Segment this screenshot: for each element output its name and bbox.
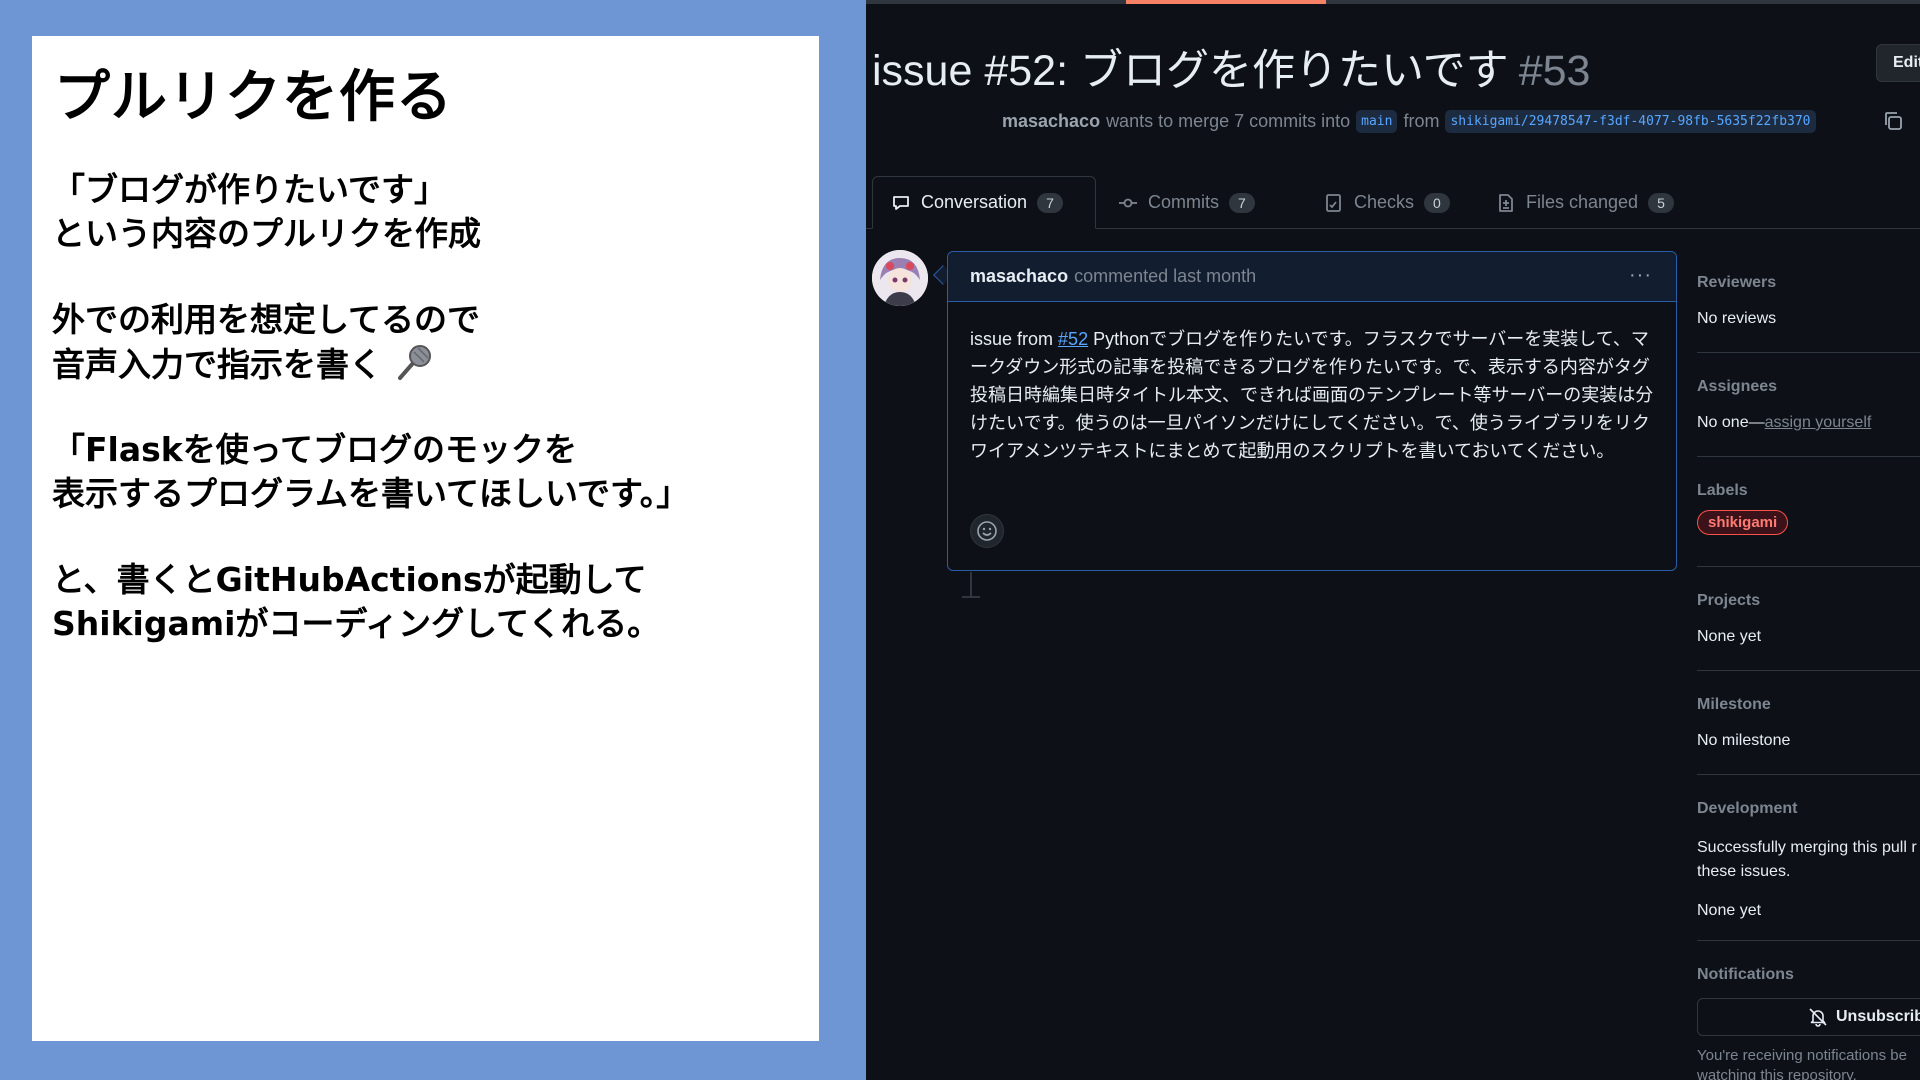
edit-title-button[interactable]: Edit — [1876, 44, 1920, 82]
avatar-image — [872, 250, 928, 306]
development-text-line: Successfully merging this pull r — [1697, 839, 1917, 856]
slide-text-line: 「ブログが作りたいです」 — [52, 170, 448, 209]
tab-label: Files changed — [1526, 192, 1639, 212]
pr-meta-from: from — [1403, 111, 1440, 131]
comment-box: masachaco commented last month ··· issue… — [947, 251, 1677, 571]
sidebar-divider — [1697, 670, 1920, 671]
slide-text-line: 外での利用を想定してるので — [52, 300, 481, 339]
sidebar-assignees[interactable]: Assignees No one—assign yourself — [1697, 378, 1920, 432]
kebab-menu-icon[interactable]: ··· — [1629, 264, 1652, 287]
sidebar-divider — [1697, 774, 1920, 775]
timeline-line — [970, 572, 972, 596]
pr-title: issue #52: ブログを作りたいです #53 — [872, 36, 1590, 98]
slide-paragraph-4: と、書くとGitHubActionsが起動して Shikigamiがコーディング… — [52, 558, 660, 646]
sidebar-heading: Reviewers — [1697, 274, 1777, 291]
timeline-end — [962, 596, 980, 598]
sidebar-heading: Notifications — [1697, 966, 1794, 983]
sidebar-divider — [1697, 566, 1920, 567]
tab-label: Commits — [1148, 192, 1219, 212]
slide-text-line: という内容のプルリクを作成 — [52, 214, 481, 253]
tab-count: 0 — [1424, 192, 1450, 213]
tab-count: 7 — [1229, 192, 1255, 213]
assign-yourself-link[interactable]: assign yourself — [1765, 414, 1872, 431]
sidebar-divider — [1697, 352, 1920, 353]
add-reaction-button[interactable] — [970, 514, 1004, 548]
checklist-icon — [1326, 193, 1341, 212]
sidebar-milestone[interactable]: Milestone No milestone — [1697, 696, 1920, 750]
slide-title: プルリクを作る — [54, 65, 453, 130]
tab-count: 7 — [1037, 192, 1063, 213]
unsubscribe-label: Unsubscrib — [1836, 1008, 1920, 1025]
pr-author-link[interactable]: masachaco — [1002, 111, 1100, 132]
comment-author-link[interactable]: masachaco — [970, 266, 1068, 287]
sidebar-heading: Development — [1697, 800, 1798, 817]
sidebar-heading: Milestone — [1697, 696, 1771, 713]
tab-count: 5 — [1648, 192, 1674, 213]
assignees-none: No one— — [1697, 414, 1765, 431]
pr-title-text: issue #52: ブログを作りたいです — [872, 47, 1509, 95]
sidebar-value: Successfully merging this pull r these is… — [1697, 836, 1920, 884]
pr-meta-line: masachaco wants to merge 7 commits into … — [1002, 110, 1816, 133]
tab-files-changed[interactable]: Files changed 5 — [1478, 176, 1692, 229]
commit-icon — [1119, 198, 1137, 207]
sidebar-labels[interactable]: Labels shikigami — [1697, 482, 1920, 535]
file-diff-icon — [1499, 193, 1513, 212]
slide-paragraph-1: 「ブログが作りたいです」 という内容のプルリクを作成 — [52, 168, 481, 256]
slide-text-line: 「Flaskを使ってブログのモックを — [52, 430, 578, 469]
smiley-icon — [977, 521, 997, 541]
sidebar-heading: Labels — [1697, 482, 1748, 499]
tab-label: Conversation — [921, 192, 1028, 212]
unsubscribe-button[interactable]: Unsubscrib — [1697, 998, 1920, 1036]
tab-commits[interactable]: Commits 7 — [1100, 176, 1273, 229]
sidebar-value: None yet — [1697, 902, 1762, 919]
development-text-line: these issues. — [1697, 863, 1791, 880]
github-pull-request-page: issue #52: ブログを作りたいです#53 Edit masachaco … — [866, 0, 1920, 1080]
issue-link[interactable]: #52 — [1058, 329, 1088, 349]
slide-paragraph-3: 「Flaskを使ってブログのモックを 表示するプログラムを書いてほしいです。」 — [52, 428, 689, 516]
pr-meta-text: wants to merge 7 commits into — [1106, 111, 1351, 131]
sidebar-heading: Projects — [1697, 592, 1761, 609]
sidebar-value: No one—assign yourself — [1697, 414, 1920, 432]
sidebar-heading: Assignees — [1697, 378, 1778, 395]
slide-text-line: 表示するプログラムを書いてほしいです。」 — [52, 474, 690, 513]
comment-icon — [893, 195, 909, 210]
head-branch[interactable]: shikigami/29478547-f3df-4077-98fb-5635f2… — [1445, 110, 1816, 133]
header-border — [866, 0, 1920, 4]
sidebar-development[interactable]: Development Successfully merging this pu… — [1697, 800, 1920, 920]
label-badge[interactable]: shikigami — [1697, 510, 1789, 535]
sidebar-divider — [1697, 940, 1920, 941]
sidebar-divider — [1697, 456, 1920, 457]
slide-text-line: Shikigamiがコーディングしてくれる。 — [52, 604, 661, 643]
notifications-text-line: watching this repository. — [1697, 1067, 1857, 1080]
microphone-icon — [397, 345, 431, 380]
base-branch[interactable]: main — [1356, 110, 1398, 133]
sidebar-value: No reviews — [1697, 310, 1777, 327]
notifications-text-line: You're receiving notifications be — [1697, 1047, 1907, 1064]
notifications-text: You're receiving notifications be watchi… — [1697, 1046, 1907, 1080]
comment-header: masachaco commented last month ··· — [948, 252, 1676, 302]
copy-icon[interactable] — [1882, 110, 1904, 132]
slide-text-line: と、書くとGitHubActionsが起動して — [52, 560, 647, 599]
sidebar-reviewers[interactable]: Reviewers No reviews — [1697, 274, 1920, 328]
comment-body-prefix: issue from — [970, 329, 1054, 349]
bell-slash-icon — [1809, 1008, 1827, 1027]
slide-card: プルリクを作る 「ブログが作りたいです」 という内容のプルリクを作成 外での利用… — [32, 36, 819, 1041]
slide-text-line: 音声入力で指示を書く — [52, 345, 382, 384]
slide-paragraph-2: 外での利用を想定してるので 音声入力で指示を書く — [52, 298, 480, 387]
sidebar-value: None yet — [1697, 628, 1762, 645]
active-nav-underline — [1126, 0, 1326, 4]
sidebar-notifications: Notifications — [1697, 966, 1920, 984]
sidebar-projects[interactable]: Projects None yet — [1697, 592, 1920, 646]
sidebar-value: shikigami — [1697, 510, 1920, 535]
pr-number: #53 — [1518, 47, 1591, 95]
comment-meta[interactable]: commented last month — [1074, 266, 1256, 287]
tab-checks[interactable]: Checks 0 — [1306, 176, 1468, 229]
avatar[interactable] — [872, 250, 928, 306]
tab-conversation[interactable]: Conversation 7 — [872, 176, 1096, 229]
sidebar-value: No milestone — [1697, 732, 1791, 749]
slide-background: プルリクを作る 「ブログが作りたいです」 という内容のプルリクを作成 外での利用… — [0, 0, 866, 1080]
tab-label: Checks — [1354, 192, 1415, 212]
comment-body: issue from #52 Pythonでブログを作りたいです。フラスクでサー… — [970, 325, 1660, 465]
